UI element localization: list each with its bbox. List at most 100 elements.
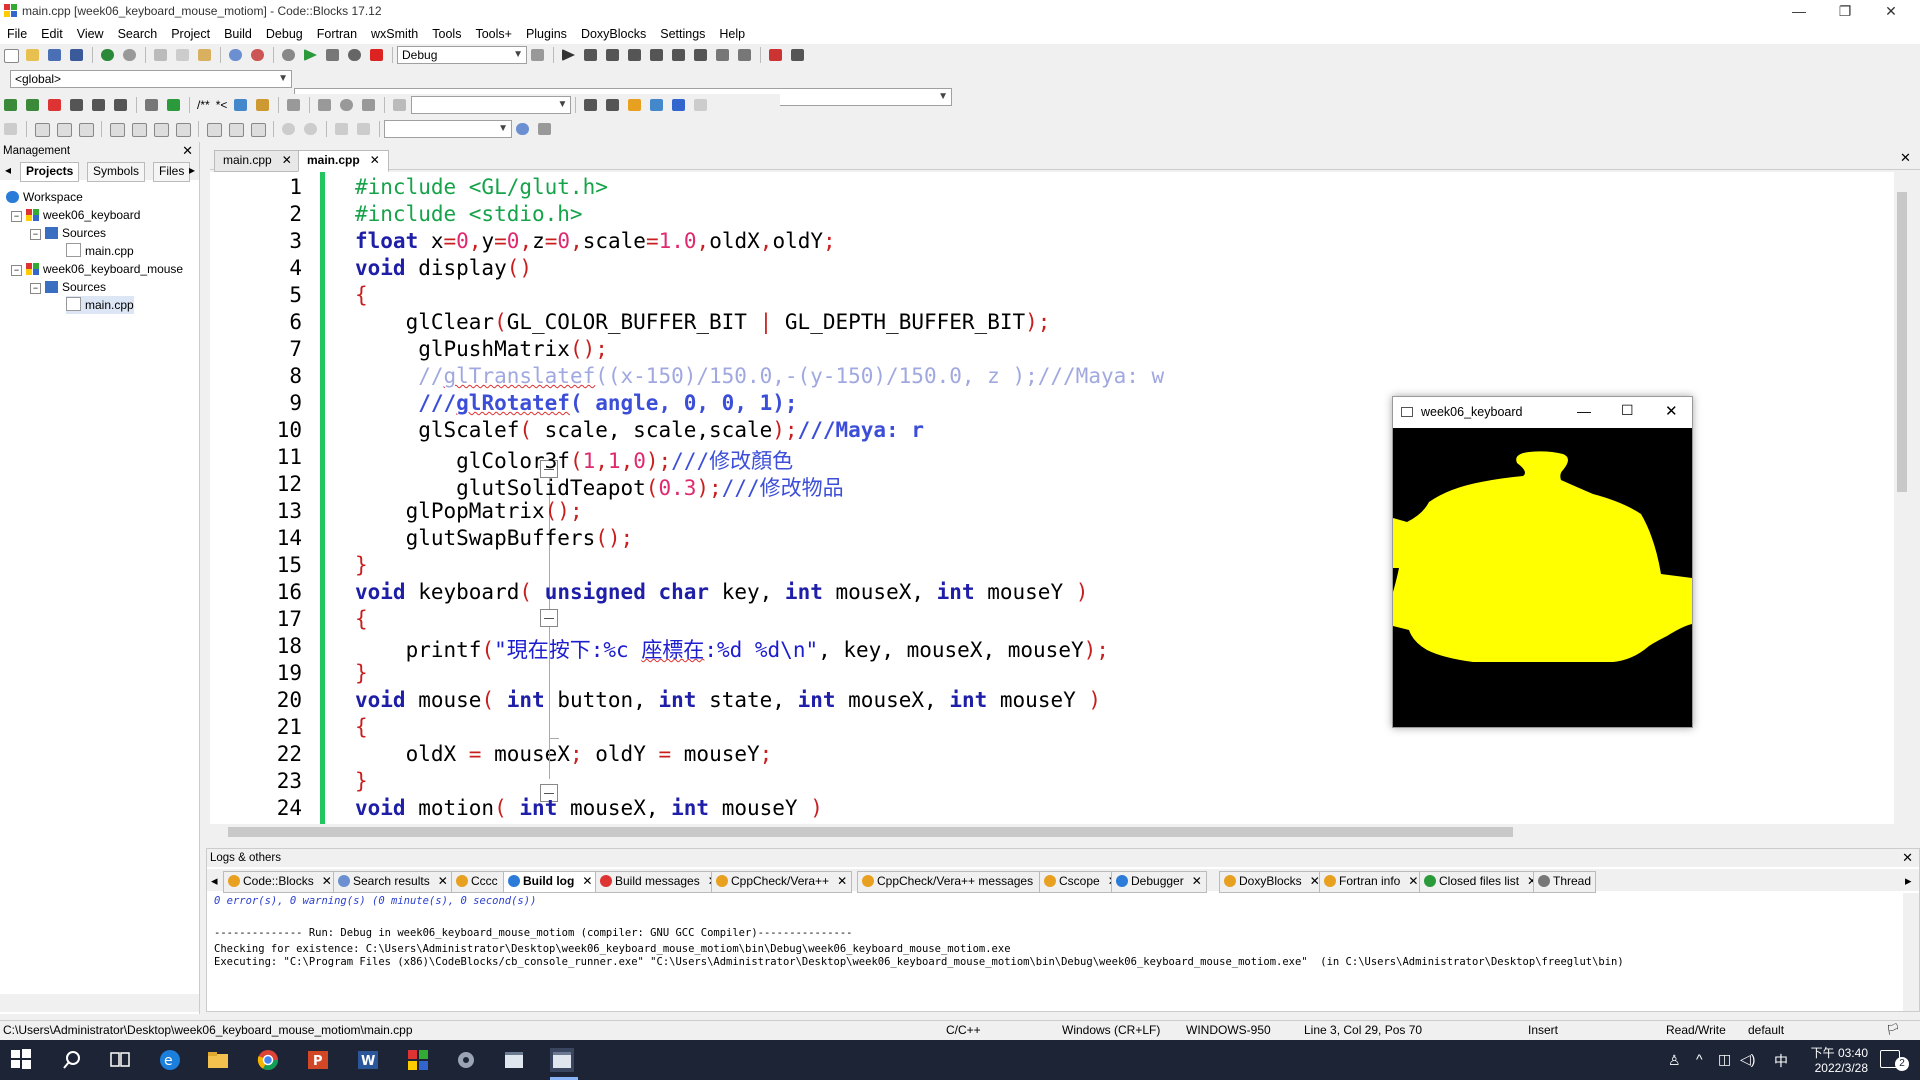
tab-symbols[interactable]: Symbols (87, 162, 146, 182)
search-toolbar-icon[interactable] (391, 97, 409, 113)
tab-cppcheck-vera-messages[interactable]: CppCheck/Vera++ messages✕ (857, 871, 1057, 893)
tabs-right-arrow-icon[interactable]: ▸ (184, 162, 200, 180)
tab-build-log[interactable]: Build log ✕ (503, 871, 598, 893)
menu-edit[interactable]: Edit (34, 24, 70, 44)
save-all-icon[interactable] (68, 47, 86, 63)
step-instruction-icon[interactable] (692, 47, 710, 63)
build-run-icon[interactable] (324, 47, 342, 63)
debug-start-icon[interactable] (560, 47, 578, 63)
powerpoint-icon[interactable]: P (306, 1048, 330, 1072)
tab-fortran-info[interactable]: Fortran info ✕ (1319, 871, 1424, 893)
minimize-button[interactable]: — (1776, 0, 1822, 24)
fold-toggle-icon[interactable] (540, 609, 558, 627)
tab-thread[interactable]: Thread (1533, 871, 1597, 893)
selected-only-icon[interactable] (648, 97, 666, 113)
close-icon[interactable]: ✕ (370, 153, 380, 167)
tab-main-cpp-2[interactable]: main.cpp ✕ (298, 150, 389, 172)
tab-main-cpp-1[interactable]: main.cpp ✕ (214, 150, 301, 172)
target-options-icon[interactable] (529, 47, 547, 63)
menu-search[interactable]: Search (111, 24, 165, 44)
console-window-icon[interactable] (502, 1048, 526, 1072)
search-prev-icon[interactable] (582, 97, 600, 113)
tab-build-messages[interactable]: Build messages✕ (595, 871, 723, 893)
codeblocks-taskbar-icon[interactable] (406, 1048, 430, 1072)
app-gear-icon[interactable] (454, 1048, 478, 1072)
symbol-search-icon[interactable] (514, 121, 532, 137)
menu-settings[interactable]: Settings (653, 24, 712, 44)
people-icon[interactable]: ♙ (1668, 1052, 1681, 1069)
step-into-icon[interactable] (626, 47, 644, 63)
widget-6-icon[interactable] (152, 121, 170, 137)
doxy-comment-label[interactable]: /** (197, 98, 210, 112)
new-file-icon[interactable] (2, 47, 20, 63)
spacer-c-icon[interactable] (355, 121, 373, 137)
widget-9-icon[interactable] (227, 121, 245, 137)
regex-icon[interactable] (692, 97, 710, 113)
scroll-thumb[interactable] (1897, 192, 1907, 492)
logs-vscrollbar[interactable] (1903, 893, 1919, 1011)
tab-cppcheck-vera[interactable]: CppCheck/Vera++ ✕ (711, 871, 853, 893)
build-target-select[interactable]: Debug ▼ (397, 46, 527, 64)
collapse-icon[interactable]: − (11, 265, 22, 276)
collapse-icon[interactable]: − (30, 229, 41, 240)
run-icon[interactable] (302, 47, 320, 63)
glut-window[interactable]: week06_keyboard — ☐ ✕ (1392, 396, 1693, 728)
debug-windows-icon[interactable] (767, 47, 785, 63)
close-icon[interactable]: ✕ (1665, 402, 1678, 420)
pause-icon[interactable] (714, 47, 732, 63)
find-icon[interactable] (227, 47, 245, 63)
tab-search-results[interactable]: Search results ✕ (333, 871, 453, 893)
glut-window-taskbar-icon[interactable] (550, 1048, 574, 1072)
highlight-icon[interactable] (143, 97, 161, 113)
close-icon[interactable]: ✕ (582, 874, 592, 888)
forward-icon[interactable] (24, 97, 42, 113)
undo-icon[interactable] (99, 47, 117, 63)
maximize-button[interactable]: ❐ (1822, 0, 1868, 24)
editor-vscrollbar[interactable] (1894, 172, 1910, 824)
redo-icon[interactable] (121, 47, 139, 63)
menu-wxsmith[interactable]: wxSmith (364, 24, 425, 44)
menu-doxyblocks[interactable]: DoxyBlocks (574, 24, 653, 44)
tab-projects[interactable]: Projects (20, 162, 80, 182)
search-next-icon[interactable] (604, 97, 622, 113)
start-windows-icon[interactable] (10, 1048, 34, 1072)
open-file-icon[interactable] (24, 47, 42, 63)
incremental-search-input[interactable]: ▼ (411, 96, 572, 114)
volume-icon[interactable]: ◁) (1740, 1051, 1755, 1068)
tab-doxyblocks[interactable]: DoxyBlocks ✕ (1219, 871, 1325, 893)
close-icon[interactable]: ✕ (322, 874, 332, 888)
cut-icon[interactable] (152, 47, 170, 63)
tabs-right-arrow-icon[interactable]: ▸ (1905, 873, 1912, 889)
maximize-icon[interactable]: ☐ (1621, 402, 1634, 419)
close-icon[interactable]: ✕ (1192, 874, 1202, 888)
word-icon[interactable]: W (356, 1048, 380, 1072)
close-button[interactable]: ✕ (1868, 0, 1914, 24)
file-explorer-icon[interactable] (206, 1048, 230, 1072)
management-hscrollbar[interactable] (0, 994, 199, 1012)
scope-select[interactable]: <global> ▼ (10, 70, 292, 88)
tree-project-week06-keyboard[interactable]: week06_keyboard (26, 206, 140, 224)
ime-indicator[interactable]: 中 (1774, 1051, 1788, 1071)
match-case-icon[interactable] (670, 97, 688, 113)
tab-codeblocks-log[interactable]: Code::Blocks ✕ (223, 871, 337, 893)
minimize-icon[interactable]: — (1577, 403, 1591, 419)
tray-chevron-icon[interactable]: ^ (1696, 1051, 1703, 1067)
tree-file-main-cpp-1[interactable]: main.cpp (66, 242, 134, 260)
spacer-s-icon[interactable] (333, 121, 351, 137)
scroll-thumb[interactable] (228, 827, 1513, 837)
widget-1-icon[interactable] (33, 121, 51, 137)
widget-8-icon[interactable] (205, 121, 223, 137)
close-icon[interactable]: ✕ (282, 153, 292, 167)
tree-workspace[interactable]: Workspace (6, 188, 83, 206)
wrench-icon[interactable] (285, 97, 303, 113)
tabs-left-arrow-icon[interactable]: ◂ (0, 162, 16, 180)
close-icon[interactable]: ✕ (1902, 849, 1913, 867)
menu-build[interactable]: Build (217, 24, 259, 44)
menu-view[interactable]: View (70, 24, 111, 44)
step-out-icon[interactable] (648, 47, 666, 63)
doxy-config-icon[interactable] (232, 97, 250, 113)
search-icon[interactable] (60, 1048, 84, 1072)
clock-date[interactable]: 2022/3/28 (1796, 1061, 1868, 1075)
highlight-all-icon[interactable] (626, 97, 644, 113)
tree-project-week06-keyboard-mouse[interactable]: week06_keyboard_mouse (26, 260, 183, 278)
